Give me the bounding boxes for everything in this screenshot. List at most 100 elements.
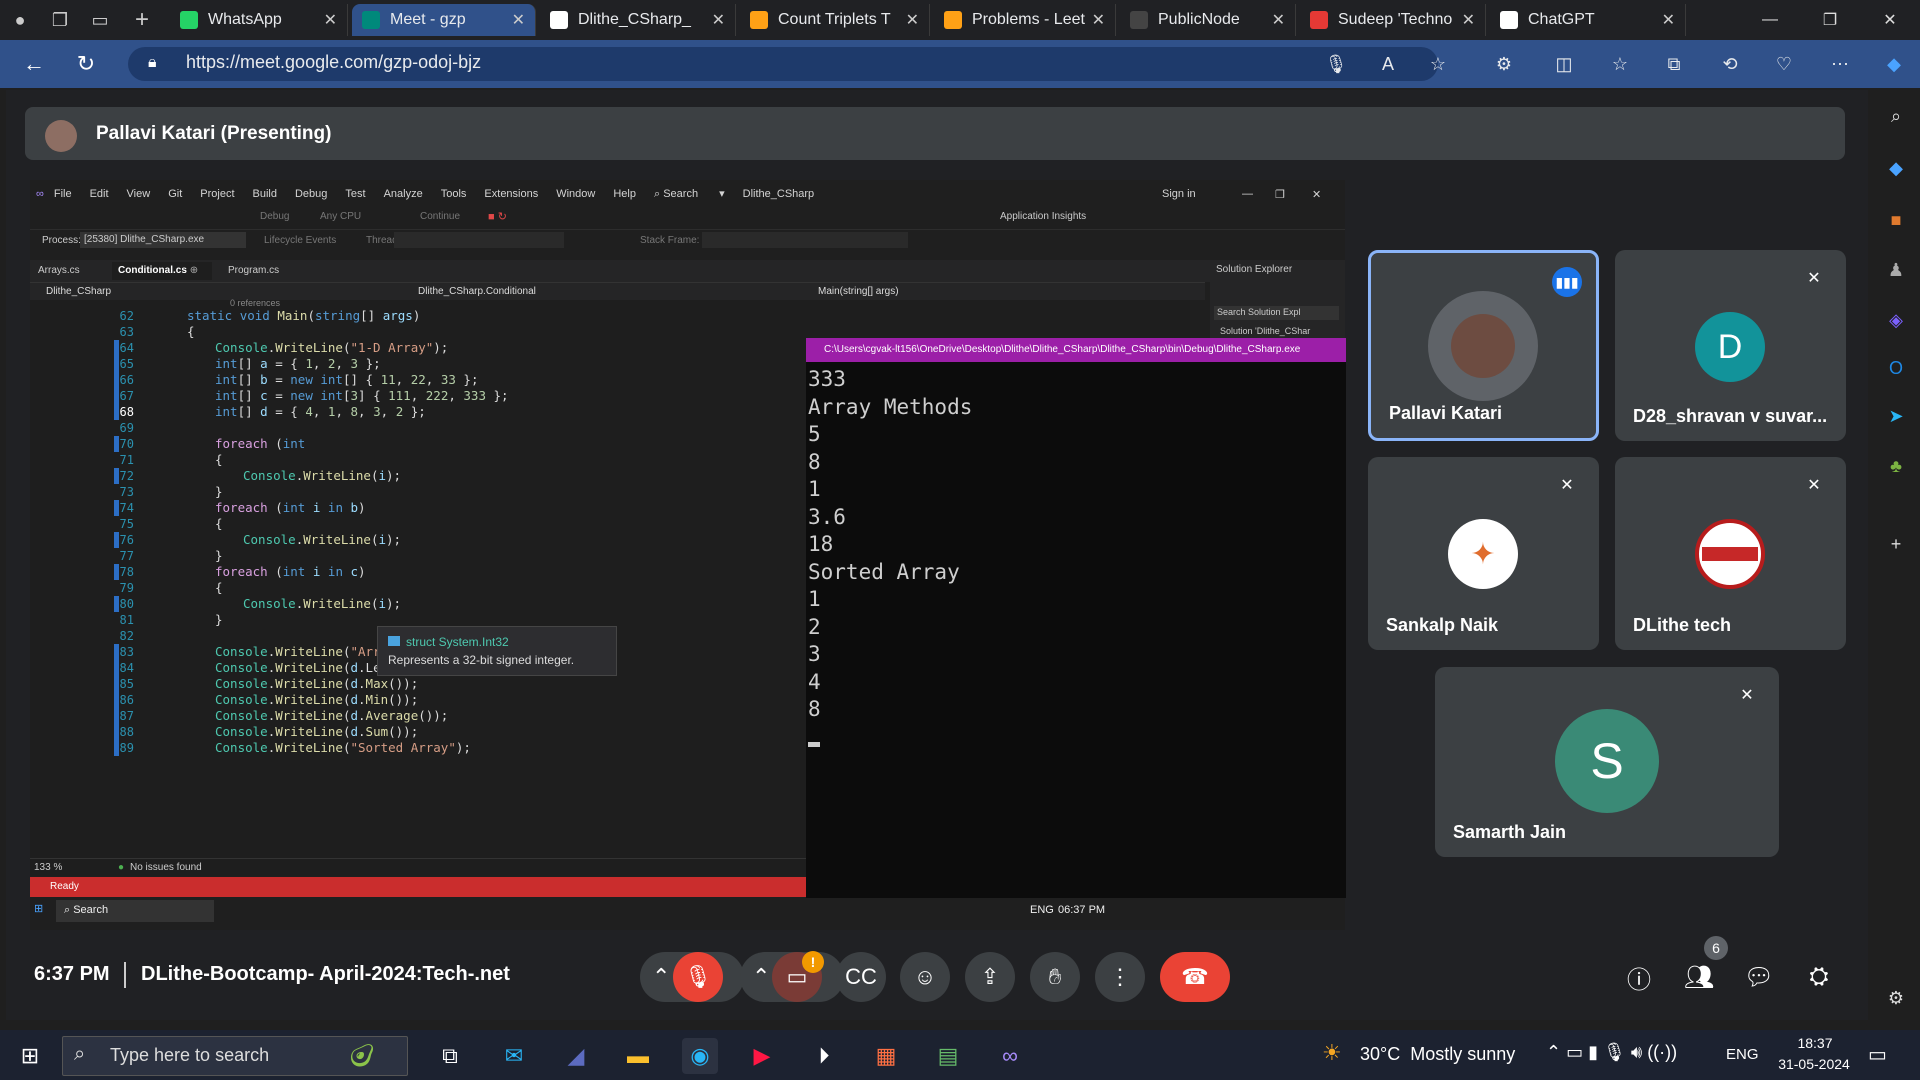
extensions-icon[interactable]: ⚙ xyxy=(1490,50,1518,78)
code-line[interactable]: int[] b = new int[] { 11, 22, 33 }; xyxy=(215,372,478,388)
vs-minimize-icon[interactable]: — xyxy=(1242,188,1253,200)
microphone-icon[interactable]: 🎙︎ xyxy=(1322,50,1350,78)
browser-tab[interactable]: PublicNode ✕ xyxy=(1120,4,1296,36)
vs-app-insights[interactable]: Application Insights xyxy=(1000,211,1086,222)
vs-menu-item[interactable]: Test xyxy=(345,188,365,200)
sidebar-search-icon[interactable]: ⌕ xyxy=(1882,102,1910,130)
code-line[interactable]: foreach (int i in b) xyxy=(215,500,366,516)
read-aloud-icon[interactable]: A xyxy=(1374,50,1402,78)
code-line[interactable]: Console.WriteLine(i); xyxy=(243,468,401,484)
vs-stop-icon[interactable]: ■ ↻ xyxy=(488,210,507,223)
present-button[interactable]: ⇪ xyxy=(965,952,1015,1002)
refresh-icon[interactable]: ↻ xyxy=(60,51,112,77)
code-line[interactable]: foreach (int i in c) xyxy=(215,564,366,580)
windows-search-placeholder[interactable]: Type here to search xyxy=(110,1045,269,1066)
tab-close-icon[interactable]: ✕ xyxy=(512,10,525,30)
code-line[interactable]: Console.WriteLine(d.Average()); xyxy=(215,708,448,724)
issues-status[interactable]: No issues found xyxy=(130,862,202,873)
close-window-icon[interactable]: ✕ xyxy=(1860,0,1920,40)
activities-icon[interactable]: ⛭ xyxy=(1802,960,1836,994)
clock-time[interactable]: 18:37 xyxy=(1780,1035,1850,1051)
vs-restore-icon[interactable]: ❐ xyxy=(1275,188,1285,201)
mic-toggle-button[interactable]: 🎙︎ xyxy=(673,952,723,1002)
vs-process-select[interactable]: [25380] Dlithe_CSharp.exe xyxy=(80,232,246,248)
workspaces-icon[interactable]: ❐ xyxy=(40,0,80,40)
edge-icon[interactable]: ◉ xyxy=(682,1038,718,1074)
notepad-icon[interactable]: ▤ xyxy=(930,1038,966,1074)
code-line[interactable]: { xyxy=(215,580,223,596)
vs-menu-item[interactable]: Debug xyxy=(295,188,327,200)
tab-close-icon[interactable]: ✕ xyxy=(906,10,919,30)
browser-tab[interactable]: Meet - gzp ✕ xyxy=(352,4,536,36)
new-tab-button[interactable]: + xyxy=(120,6,164,34)
vs-menu-item[interactable]: Edit xyxy=(90,188,109,200)
sidebar-tree-icon[interactable]: ♣ xyxy=(1882,452,1910,480)
media-player-icon[interactable]: ⏵ xyxy=(806,1038,842,1074)
vs-config-select[interactable]: Debug xyxy=(260,211,289,222)
crumb-method[interactable]: Main(string[] args) xyxy=(818,286,899,297)
file-tab-program[interactable]: Program.cs xyxy=(222,262,285,280)
tab-close-icon[interactable]: ✕ xyxy=(712,10,725,30)
code-line[interactable]: int[] d = { 4, 1, 8, 3, 2 }; xyxy=(215,404,426,420)
tab-actions-icon[interactable]: ▭ xyxy=(80,0,120,40)
code-line[interactable]: Console.WriteLine(d.Max()); xyxy=(215,676,418,692)
sidebar-settings-icon[interactable]: ⚙ xyxy=(1882,984,1910,1012)
captions-button[interactable]: CC xyxy=(836,952,886,1002)
code-line[interactable]: int[] c = new int[3] { 111, 222, 333 }; xyxy=(215,388,509,404)
sidebar-add-icon[interactable]: + xyxy=(1882,530,1910,558)
browser-tab[interactable]: Sudeep 'Techno ✕ xyxy=(1300,4,1486,36)
code-line[interactable]: Console.WriteLine("Sorted Array"); xyxy=(215,740,471,756)
vs-menu-item[interactable]: Tools xyxy=(441,188,467,200)
favorites-icon[interactable]: ☆ xyxy=(1606,50,1634,78)
favorite-star-icon[interactable]: ☆ xyxy=(1424,50,1452,78)
sidebar-tools-icon[interactable]: ■ xyxy=(1882,206,1910,234)
performance-icon[interactable]: ♡ xyxy=(1770,50,1798,78)
back-icon[interactable]: ← xyxy=(8,51,60,77)
history-icon[interactable]: ⟲ xyxy=(1716,50,1744,78)
code-line[interactable]: { xyxy=(215,516,223,532)
vs-menu-item[interactable]: Git xyxy=(168,188,182,200)
code-line[interactable]: } xyxy=(215,484,223,500)
sidebar-shopping-icon[interactable]: ◆ xyxy=(1882,154,1910,182)
tab-close-icon[interactable]: ✕ xyxy=(1272,10,1285,30)
tab-close-icon[interactable]: ✕ xyxy=(324,10,337,30)
vs-continue-button[interactable]: Continue xyxy=(420,211,460,222)
tab-close-icon[interactable]: ✕ xyxy=(1662,10,1675,30)
windows-start-icon[interactable]: ⊞ xyxy=(12,1038,48,1074)
remote-start-icon[interactable]: ⊞ xyxy=(34,902,43,915)
sidebar-outlook-icon[interactable]: O xyxy=(1882,354,1910,382)
code-line[interactable]: { xyxy=(215,452,223,468)
leave-call-button[interactable]: ☎︎ xyxy=(1160,952,1230,1002)
vs-menu-item[interactable]: Analyze xyxy=(384,188,423,200)
copilot-icon[interactable]: ◆ xyxy=(1880,50,1908,78)
clock-date[interactable]: 31-05-2024 xyxy=(1764,1056,1864,1072)
crumb-project[interactable]: Dlithe_CSharp xyxy=(46,286,111,297)
code-line[interactable]: } xyxy=(215,548,223,564)
code-line[interactable]: static void Main(string[] args) xyxy=(187,308,420,324)
search-highlight-icon[interactable]: 🥑︎ xyxy=(344,1038,380,1074)
zoom-level[interactable]: 133 % xyxy=(34,862,62,873)
vs-menu-item[interactable]: Help xyxy=(613,188,636,200)
vs-menu-item[interactable]: Extensions xyxy=(484,188,538,200)
url-text[interactable]: https://meet.google.com/gzp-odoj-bjz xyxy=(186,52,481,73)
collections-icon[interactable]: ⧉ xyxy=(1660,50,1688,78)
participant-tile-d28-shravan[interactable]: ✕ D D28_shravan v suvar... xyxy=(1615,250,1846,441)
browser-tab[interactable]: WhatsApp ✕ xyxy=(170,4,348,36)
participant-tile-sankalp[interactable]: ✕ ✦ Sankalp Naik xyxy=(1368,457,1599,650)
task-view-icon[interactable]: ⧉ xyxy=(432,1038,468,1074)
dev-app-icon[interactable]: ◢ xyxy=(558,1038,594,1074)
vs-menu-item[interactable]: Build xyxy=(253,188,277,200)
emoji-button[interactable]: ☺ xyxy=(900,952,950,1002)
vs-menu-item[interactable]: File xyxy=(54,188,72,200)
code-line[interactable]: } xyxy=(215,612,223,628)
sidebar-games-icon[interactable]: ♟ xyxy=(1882,256,1910,284)
vs-search-box[interactable]: ⌕ Search ▾ xyxy=(654,187,725,201)
vs-menu-item[interactable]: View xyxy=(127,188,151,200)
code-line[interactable]: Console.WriteLine(d.Min()); xyxy=(215,692,418,708)
browser-tab[interactable]: Dlithe_CSharp_ ✕ xyxy=(540,4,736,36)
visual-studio-icon[interactable]: ∞ xyxy=(992,1038,1028,1074)
code-line[interactable]: Console.WriteLine(d.Sum()); xyxy=(215,724,418,740)
participant-tile-dlithe-tech[interactable]: ✕ DLithe tech xyxy=(1615,457,1846,650)
vs-sign-in[interactable]: Sign in xyxy=(1162,188,1196,200)
tab-close-icon[interactable]: ✕ xyxy=(1092,10,1105,30)
